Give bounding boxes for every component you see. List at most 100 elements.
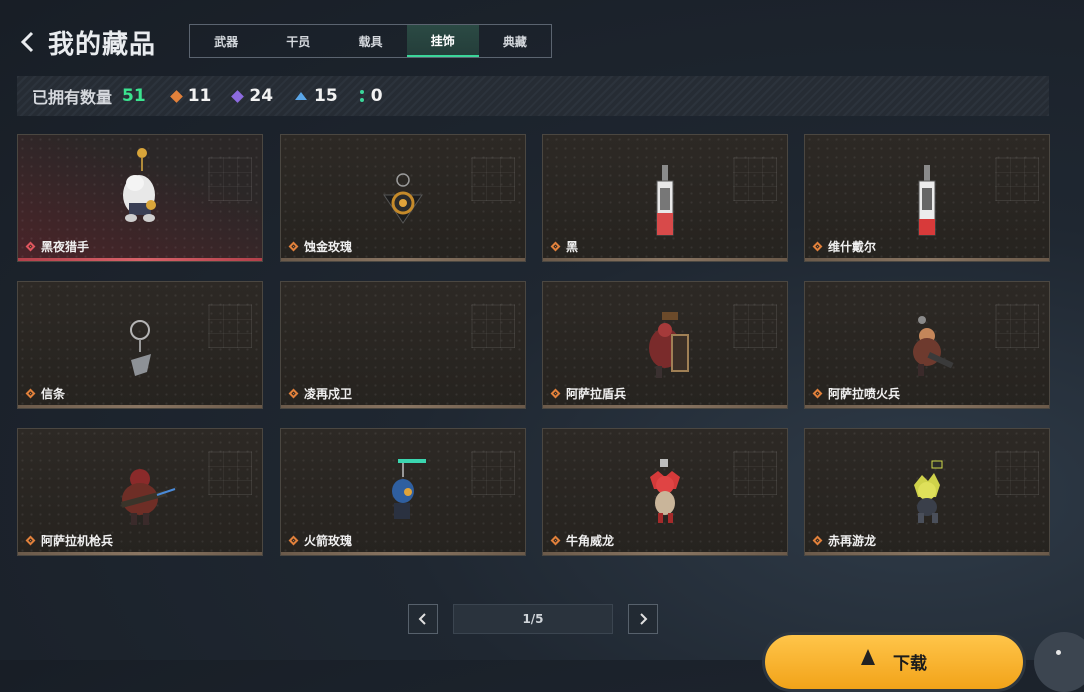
card-decoration (208, 451, 252, 495)
charm-name-row: 黑 (550, 238, 579, 255)
stat-green-value: 0 (370, 86, 383, 106)
charm-card[interactable]: 黑 (542, 134, 788, 262)
charm-name-row: 赤再游龙 (812, 532, 877, 549)
next-page-button[interactable] (628, 604, 658, 634)
charm-name: 维什戴尔 (828, 240, 877, 254)
stat-green: 0 (359, 86, 383, 106)
arrow-up-icon (861, 649, 875, 665)
charm-name-row: 黑夜猎手 (25, 238, 90, 255)
charm-name-row: 蚀金玫瑰 (288, 238, 353, 255)
charm-name: 凌再戍卫 (304, 387, 353, 401)
rocket-rose-charm-icon (392, 459, 426, 519)
tab-vehicles[interactable]: 载具 (334, 25, 406, 57)
more-button[interactable] (1034, 632, 1084, 692)
chevron-left-icon (20, 31, 34, 53)
charm-card[interactable]: 蚀金玫瑰 (280, 134, 526, 262)
rarity-icon (550, 535, 561, 546)
tab-collection[interactable]: 典藏 (479, 25, 551, 57)
download-label: 下载 (893, 654, 927, 674)
charm-name-row: 信条 (25, 385, 66, 402)
charm-card[interactable]: 牛角威龙 (542, 428, 788, 556)
back-button[interactable] (16, 28, 42, 56)
chevron-right-icon (640, 613, 648, 625)
charm-name: 黑夜猎手 (41, 240, 90, 254)
charm-name: 黑 (566, 240, 579, 254)
charm-name-row: 凌再戍卫 (288, 385, 353, 402)
dark-rose-pendant-icon (383, 173, 423, 224)
stat-blue-value: 15 (314, 86, 338, 106)
charm-name-row: 维什戴尔 (812, 238, 877, 255)
chevron-left-icon (418, 613, 426, 625)
owned-count: 51 (122, 86, 146, 106)
charm-name-row: 阿萨拉喷火兵 (812, 385, 901, 402)
prev-page-button[interactable] (408, 604, 438, 634)
green-dots-icon (359, 90, 364, 102)
card-tag-charm-icon (918, 165, 936, 236)
rarity-icon (812, 535, 823, 546)
charm-name-row: 阿萨拉机枪兵 (25, 532, 114, 549)
flamethrower-soldier-charm-icon (913, 316, 954, 376)
stat-purple: 24 (231, 86, 274, 106)
rarity-icon (288, 241, 299, 252)
charm-name: 蚀金玫瑰 (304, 240, 353, 254)
stat-orange-value: 11 (187, 86, 212, 106)
card-decoration (995, 451, 1039, 495)
owned-label: 已拥有数量 (32, 88, 113, 107)
rarity-icon (25, 388, 36, 399)
charm-card[interactable]: 信条 (17, 281, 263, 409)
blue-chevron-icon (295, 92, 308, 100)
charm-name-row: 牛角威龙 (550, 532, 615, 549)
stat-orange: 11 (169, 86, 212, 106)
download-button[interactable]: 下载 (762, 632, 1026, 692)
rarity-icon (812, 388, 823, 399)
charm-card[interactable]: 阿萨拉盾兵 (542, 281, 788, 409)
owned-stats-bar: 已拥有数量 51 11 24 15 0 (17, 76, 1049, 116)
rarity-icon (288, 535, 299, 546)
card-decoration (733, 157, 777, 201)
charm-card[interactable]: 黑夜猎手 (17, 134, 263, 262)
stat-blue: 15 (295, 86, 338, 106)
card-decoration (471, 451, 515, 495)
charm-name: 牛角威龙 (566, 534, 615, 548)
charm-card[interactable]: 维什戴尔 (804, 134, 1050, 262)
category-tabs: 武器 干员 载具 挂饰 典藏 (189, 24, 552, 58)
rarity-icon (550, 388, 561, 399)
charm-name: 赤再游龙 (828, 534, 877, 548)
horned-dragon-charm-icon (650, 459, 680, 523)
charm-card[interactable]: 阿萨拉喷火兵 (804, 281, 1050, 409)
card-decoration (995, 304, 1039, 348)
tab-charms[interactable]: 挂饰 (406, 25, 479, 57)
charm-card[interactable]: 火箭玫瑰 (280, 428, 526, 556)
rarity-icon (25, 535, 36, 546)
orange-diamond-icon (169, 89, 183, 103)
rarity-icon (550, 241, 561, 252)
shield-soldier-charm-icon (649, 312, 689, 378)
charm-name-row: 阿萨拉盾兵 (550, 385, 626, 402)
more-vertical-icon (1056, 650, 1061, 655)
card-tag-charm-icon (656, 165, 674, 236)
card-decoration (471, 157, 515, 201)
charm-name: 火箭玫瑰 (304, 534, 353, 548)
purple-diamond-icon (231, 89, 245, 103)
card-decoration (208, 157, 252, 201)
card-decoration (995, 157, 1039, 201)
card-decoration (471, 304, 515, 348)
yellow-dragon-charm-icon (914, 460, 943, 523)
card-decoration (733, 304, 777, 348)
stat-purple-value: 24 (249, 86, 274, 106)
charm-card[interactable]: 赤再游龙 (804, 428, 1050, 556)
page-indicator: 1/5 (453, 604, 613, 634)
charm-name-row: 火箭玫瑰 (288, 532, 353, 549)
tab-weapons[interactable]: 武器 (190, 25, 262, 57)
charm-name: 阿萨拉喷火兵 (828, 387, 901, 401)
ring-pendant-charm-icon (130, 320, 151, 376)
charm-name: 信条 (41, 387, 66, 401)
charm-name: 阿萨拉机枪兵 (41, 534, 114, 548)
tab-operators[interactable]: 干员 (262, 25, 334, 57)
gunner-soldier-charm-icon (120, 469, 176, 525)
rarity-icon (25, 241, 36, 252)
charm-card[interactable]: 阿萨拉机枪兵 (17, 428, 263, 556)
rarity-icon (812, 241, 823, 252)
charm-card[interactable]: 凌再戍卫 (280, 281, 526, 409)
white-creature-charm-icon (123, 148, 156, 222)
